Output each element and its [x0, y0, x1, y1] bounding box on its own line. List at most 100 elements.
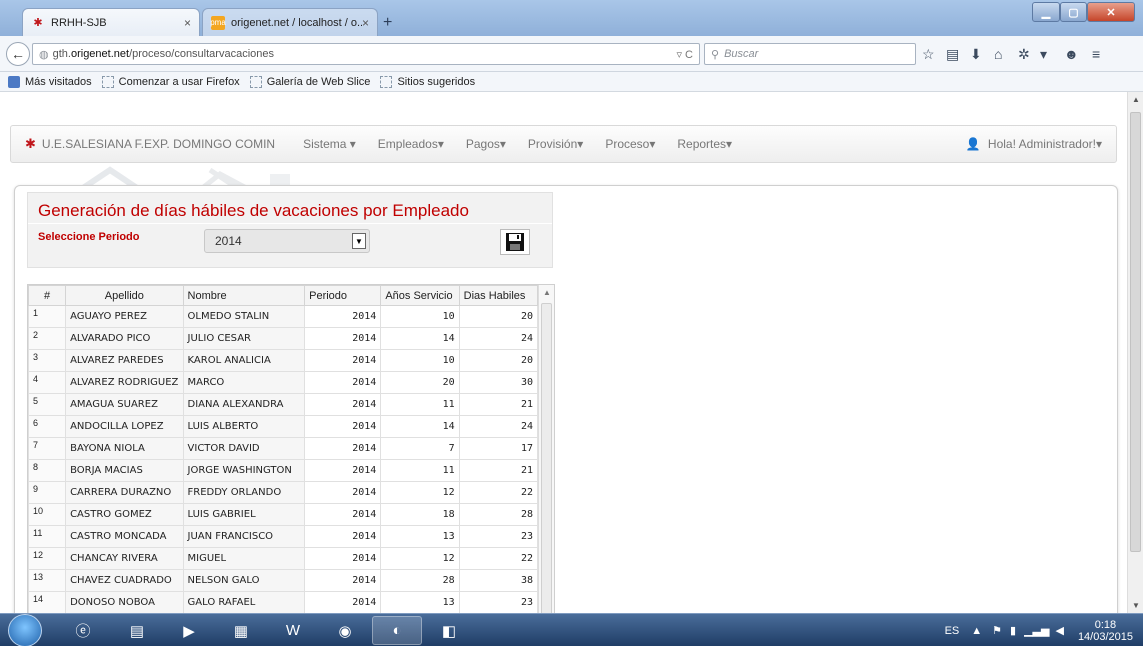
cell-nombre: KAROL ANALICIA [182, 349, 306, 372]
grid-scrollbar[interactable]: ▲ [538, 285, 554, 613]
bookmarks-list-icon[interactable]: ▤ [946, 46, 959, 63]
scroll-up-arrow-icon[interactable]: ▲ [1132, 95, 1140, 104]
search-placeholder: Buscar [724, 48, 759, 60]
bookmark-sitios[interactable]: Sitios sugeridos [380, 75, 475, 88]
menu-provision[interactable]: Provisión▾ [528, 137, 583, 151]
volume-icon[interactable]: ◀ [1055, 624, 1063, 637]
table-row[interactable]: 8 BORJA MACIAS JORGE WASHINGTON 2014 11 21 [28, 459, 539, 482]
close-icon[interactable]: × [184, 16, 191, 30]
start-button[interactable] [8, 614, 42, 646]
page-scrollbar[interactable]: ▲ ▼ [1127, 92, 1143, 613]
maximize-button[interactable]: ▢ [1060, 2, 1087, 22]
signal-icon[interactable]: ▁▃▅ [1024, 624, 1049, 637]
search-input[interactable]: ⚲ Buscar [704, 43, 916, 65]
table-row[interactable]: 4 ALVAREZ RODRIGUEZ MARCO 2014 20 30 [28, 371, 539, 394]
table-row[interactable]: 2 ALVARADO PICO JULIO CESAR 2014 14 24 [28, 327, 539, 350]
cell-dias-habiles: 23 [458, 591, 539, 613]
page-icon [101, 75, 114, 88]
home-icon[interactable]: ⌂ [994, 46, 1002, 62]
menu-pagos[interactable]: Pagos▾ [466, 137, 506, 151]
close-icon[interactable]: × [362, 16, 369, 30]
addon-icon[interactable]: ✲ [1018, 46, 1030, 63]
cell-number: 2 [28, 327, 67, 350]
window-close-button[interactable]: ✕ [1087, 2, 1135, 22]
bookmark-web-slice[interactable]: Galería de Web Slice [249, 75, 370, 88]
cell-number: 13 [28, 569, 67, 592]
cell-anos-servicio: 13 [380, 591, 460, 613]
app-navbar: ✱ U.E.SALESIANA F.EXP. DOMINGO COMIN Sis… [10, 125, 1117, 163]
table-row[interactable]: 13 CHAVEZ CUADRADO NELSON GALO 2014 28 38 [28, 569, 539, 592]
network-icon[interactable]: ▮ [1010, 624, 1016, 637]
bookmark-label: Más visitados [25, 75, 92, 88]
internet-explorer-icon[interactable]: ⓔ [58, 616, 108, 645]
column-header-dias-habiles[interactable]: Dias Habiles [458, 285, 539, 306]
brand[interactable]: ✱ U.E.SALESIANA F.EXP. DOMINGO COMIN [11, 136, 275, 152]
table-row[interactable]: 6 ANDOCILLA LOPEZ LUIS ALBERTO 2014 14 24 [28, 415, 539, 438]
cell-anos-servicio: 11 [380, 459, 460, 482]
media-player-icon[interactable]: ▶ [164, 616, 214, 645]
table-row[interactable]: 3 ALVAREZ PAREDES KAROL ANALICIA 2014 10 20 [28, 349, 539, 372]
file-explorer-icon[interactable]: ▤ [112, 616, 162, 645]
bookmark-mas-visitados[interactable]: Más visitados [8, 75, 92, 88]
column-header-apellido[interactable]: Apellido [65, 285, 184, 306]
period-select[interactable]: 2014 ▼ [204, 229, 370, 253]
cell-periodo: 2014 [304, 459, 382, 482]
firefox-icon[interactable]: ◐ [372, 616, 422, 645]
tray-expand-icon[interactable]: ▲ [971, 625, 982, 637]
menu-reportes[interactable]: Reportes▾ [677, 137, 732, 151]
app-icon[interactable]: ◧ [424, 616, 474, 645]
scrollbar-thumb[interactable] [1130, 112, 1141, 552]
cell-number: 1 [28, 305, 67, 328]
cell-nombre: GALO RAFAEL [182, 591, 306, 613]
content-panel: Generación de días hábiles de vacaciones… [14, 185, 1118, 613]
cell-periodo: 2014 [304, 547, 382, 570]
url-bar[interactable]: ◍ gth. origenet.net/proceso/consultarvaca… [32, 43, 700, 65]
tab-rrhh[interactable]: ✱ RRHH-SJB × [22, 8, 200, 36]
reload-icon[interactable]: ▿ C [676, 48, 693, 61]
scroll-down-arrow-icon[interactable]: ▼ [1132, 601, 1140, 610]
menu-icon[interactable]: ≡ [1092, 46, 1100, 62]
table-row[interactable]: 12 CHANCAY RIVERA MIGUEL 2014 12 22 [28, 547, 539, 570]
table-row[interactable]: 10 CASTRO GOMEZ LUIS GABRIEL 2014 18 28 [28, 503, 539, 526]
action-center-icon[interactable]: ⚑ [992, 624, 1002, 637]
chrome-icon[interactable]: ◉ [320, 616, 370, 645]
column-header-nombre[interactable]: Nombre [182, 285, 306, 306]
downloads-icon[interactable]: ⬇ [970, 46, 982, 63]
scrollbar-thumb[interactable] [541, 303, 552, 613]
scroll-up-arrow-icon[interactable]: ▲ [543, 288, 551, 297]
tab-phpmyadmin[interactable]: pma origenet.net / localhost / o... × [202, 8, 378, 36]
table-row[interactable]: 1 AGUAYO PEREZ OLMEDO STALIN 2014 10 20 [28, 305, 539, 328]
control-panel-icon[interactable]: ▦ [216, 616, 266, 645]
back-button[interactable]: ← [6, 42, 30, 66]
cell-number: 9 [28, 481, 67, 504]
smiley-icon[interactable]: ☻ [1064, 46, 1079, 62]
new-tab-button[interactable]: + [383, 14, 392, 32]
table-row[interactable]: 11 CASTRO MONCADA JUAN FRANCISCO 2014 13 23 [28, 525, 539, 548]
user-icon: 👤 [965, 137, 981, 151]
chevron-down-icon[interactable]: ▼ [352, 233, 366, 249]
url-prefix: gth. [52, 48, 71, 60]
clock[interactable]: 0:18 14/03/2015 [1078, 619, 1133, 643]
cell-number: 8 [28, 459, 67, 482]
column-header-number[interactable]: # [28, 285, 67, 306]
bookmark-star-icon[interactable]: ☆ [922, 46, 935, 63]
bookmark-comenzar[interactable]: Comenzar a usar Firefox [101, 75, 240, 88]
addon-dropdown-icon[interactable]: ▾ [1040, 46, 1047, 63]
user-menu[interactable]: 👤 Hola! Administrador!▾ [966, 137, 1102, 151]
menu-proceso[interactable]: Proceso▾ [605, 137, 655, 151]
column-header-anos-servicio[interactable]: Años Servicio [380, 285, 460, 306]
minimize-button[interactable]: ▁ [1032, 2, 1060, 22]
menu-empleados[interactable]: Empleados▾ [378, 137, 444, 151]
table-row[interactable]: 5 AMAGUA SUAREZ DIANA ALEXANDRA 2014 11 21 [28, 393, 539, 416]
save-button[interactable] [500, 229, 530, 255]
menu-sistema[interactable]: Sistema ▾ [303, 137, 356, 151]
table-row[interactable]: 14 DONOSO NOBOA GALO RAFAEL 2014 13 23 [28, 591, 539, 613]
word-icon[interactable]: W [268, 616, 318, 645]
table-row[interactable]: 7 BAYONA NIOLA VICTOR DAVID 2014 7 17 [28, 437, 539, 460]
language-indicator[interactable]: ES [945, 625, 960, 637]
column-header-periodo[interactable]: Periodo [304, 285, 382, 306]
table-row[interactable]: 9 CARRERA DURAZNO FREDDY ORLANDO 2014 12 22 [28, 481, 539, 504]
cell-dias-habiles: 30 [458, 371, 539, 394]
cell-number: 6 [28, 415, 67, 438]
tab-label: origenet.net / localhost / o... [231, 16, 362, 29]
